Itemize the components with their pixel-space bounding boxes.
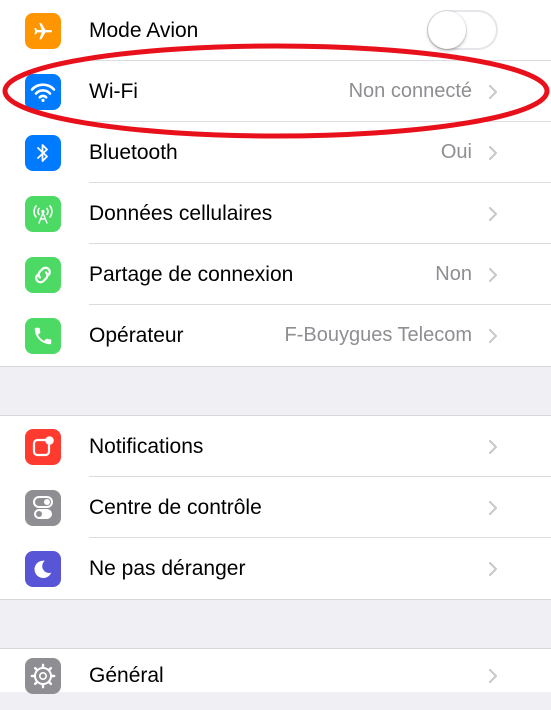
settings-row-notifications[interactable]: Notifications <box>0 416 551 477</box>
settings-row-label: Centre de contrôle <box>89 496 262 519</box>
chevron-right-icon <box>489 501 497 515</box>
settings-row-label: Données cellulaires <box>89 202 273 225</box>
bluetooth-icon <box>25 135 61 171</box>
settings-row-label: Notifications <box>89 435 204 458</box>
wifi-icon <box>25 74 61 110</box>
hotspot-link-icon <box>25 257 61 293</box>
section-gap <box>0 599 551 649</box>
gear-icon <box>25 658 61 694</box>
settings-row-carrier[interactable]: Opérateur F-Bouygues Telecom <box>0 305 551 366</box>
airplane-icon <box>25 13 61 49</box>
chevron-right-icon <box>489 669 497 683</box>
settings-row-do-not-disturb[interactable]: Ne pas déranger <box>0 538 551 599</box>
settings-row-value: Oui <box>440 141 472 163</box>
settings-row-hotspot[interactable]: Partage de connexion Non <box>0 244 551 305</box>
chevron-right-icon <box>489 146 497 160</box>
settings-group-system: Notifications Centre de contrôle Ne pas … <box>0 416 551 599</box>
settings-group-connectivity: Mode Avion Wi-Fi Non connecté Bluetooth … <box>0 0 551 366</box>
settings-row-airplane-mode: Mode Avion <box>0 0 551 61</box>
chevron-right-icon <box>489 329 497 343</box>
settings-row-label: Opérateur <box>89 324 184 347</box>
toggle-knob <box>428 11 466 49</box>
chevron-right-icon <box>489 85 497 99</box>
chevron-right-icon <box>489 207 497 221</box>
chevron-right-icon <box>489 440 497 454</box>
chevron-right-icon <box>489 562 497 576</box>
phone-icon <box>25 318 61 354</box>
settings-row-wifi[interactable]: Wi-Fi Non connecté <box>0 61 551 122</box>
settings-row-label: Mode Avion <box>89 19 199 42</box>
chevron-right-icon <box>489 268 497 282</box>
settings-row-label: Wi-Fi <box>89 80 138 103</box>
settings-row-value: Non <box>435 263 472 285</box>
airplane-mode-toggle[interactable] <box>427 10 498 50</box>
moon-icon <box>25 551 61 587</box>
settings-row-cellular[interactable]: Données cellulaires <box>0 183 551 244</box>
settings-row-value: Non connecté <box>348 80 472 102</box>
section-gap <box>0 366 551 416</box>
settings-row-value: F-Bouygues Telecom <box>284 324 473 346</box>
settings-row-label: Bluetooth <box>89 141 178 164</box>
control-center-icon <box>25 490 61 526</box>
settings-group-general: Général <box>0 649 551 694</box>
notifications-icon <box>25 429 61 465</box>
settings-row-label: Ne pas déranger <box>89 557 246 580</box>
settings-row-label: Partage de connexion <box>89 263 294 286</box>
settings-row-label: Général <box>89 664 164 687</box>
settings-row-bluetooth[interactable]: Bluetooth Oui <box>0 122 551 183</box>
settings-row-control-center[interactable]: Centre de contrôle <box>0 477 551 538</box>
cellular-antenna-icon <box>25 196 61 232</box>
settings-row-general[interactable]: Général <box>0 649 551 710</box>
